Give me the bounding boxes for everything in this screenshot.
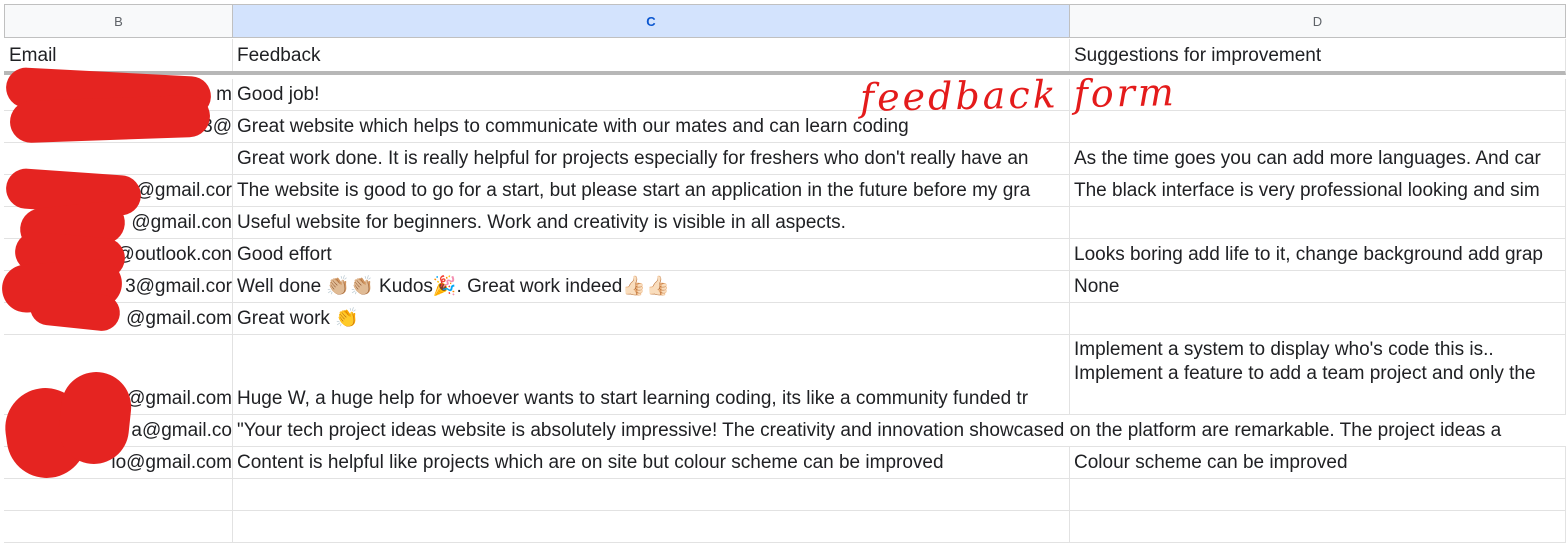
handwritten-annotation: feedback form <box>859 70 1178 120</box>
feedback-text: The website is good to go for a start, b… <box>237 180 1031 201</box>
feedback-cell[interactable]: Well done 👏🏼👏🏼 Kudos🎉. Great work indeed… <box>232 271 1070 303</box>
email-text: @gmail.cor <box>135 180 232 201</box>
feedback-cell[interactable]: Content is helpful like projects which a… <box>232 447 1070 479</box>
suggestion-text: The black interface is very professional… <box>1074 180 1540 201</box>
feedback-text: Good job! <box>237 84 320 105</box>
email-text: m <box>216 84 232 105</box>
table-row: @gmail.cor The website is good to go for… <box>0 175 1566 207</box>
suggestion-text: Implement a system to display who's code… <box>1074 339 1536 384</box>
email-text: @gmail.com <box>126 388 232 409</box>
spreadsheet: B C D Email Feedback Suggestions for imp… <box>0 0 1566 543</box>
feedback-cell[interactable] <box>232 479 1070 511</box>
email-cell[interactable] <box>4 511 233 543</box>
suggestion-cell[interactable]: Looks boring add life to it, change back… <box>1069 239 1566 271</box>
suggestion-cell[interactable] <box>1069 207 1566 239</box>
feedback-text: Great work 👏 <box>237 308 359 329</box>
table-row: io@gmail.com Content is helpful like pro… <box>0 447 1566 479</box>
suggestion-cell[interactable]: The black interface is very professional… <box>1069 175 1566 207</box>
table-row: @gmail.con Useful website for beginners.… <box>0 207 1566 239</box>
email-text: @gmail.con <box>131 212 232 233</box>
table-row: 3@gmail.cor Well done 👏🏼👏🏼 Kudos🎉. Great… <box>0 271 1566 303</box>
email-text: io@gmail.com <box>111 452 232 473</box>
suggestion-cell[interactable] <box>1069 511 1566 543</box>
feedback-cell[interactable]: Huge W, a huge help for whoever wants to… <box>232 335 1070 415</box>
header-cell-feedback[interactable]: Feedback <box>232 39 1070 75</box>
feedback-text: Great work done. It is really helpful fo… <box>237 148 1029 169</box>
table-row <box>0 479 1566 511</box>
suggestion-cell[interactable]: None <box>1069 271 1566 303</box>
feedback-text: "Your tech project ideas website is abso… <box>237 420 1502 441</box>
header-suggestions-text: Suggestions for improvement <box>1074 45 1322 66</box>
suggestion-cell[interactable]: Implement a system to display who's code… <box>1069 335 1566 415</box>
feedback-text: Huge W, a huge help for whoever wants to… <box>237 388 1029 409</box>
suggestion-cell[interactable]: As the time goes you can add more langua… <box>1069 143 1566 175</box>
feedback-text: Great website which helps to communicate… <box>237 116 909 137</box>
header-row: Email Feedback Suggestions for improveme… <box>0 39 1566 75</box>
feedback-cell[interactable]: The website is good to go for a start, b… <box>232 175 1070 207</box>
column-header-c[interactable]: C <box>232 4 1070 38</box>
table-row: @outlook.con Good effort Looks boring ad… <box>0 239 1566 271</box>
table-row: Great work done. It is really helpful fo… <box>0 143 1566 175</box>
suggestion-cell[interactable] <box>1069 479 1566 511</box>
suggestion-text: Colour scheme can be improved <box>1074 452 1348 473</box>
email-text: 3@gmail.cor <box>125 276 232 297</box>
feedback-cell[interactable]: "Your tech project ideas website is abso… <box>232 415 1566 447</box>
email-cell[interactable] <box>4 479 233 511</box>
suggestion-text: None <box>1074 276 1120 297</box>
table-row: @gmail.com Great work 👏 <box>0 303 1566 335</box>
feedback-cell[interactable] <box>232 511 1070 543</box>
suggestion-cell[interactable] <box>1069 111 1566 143</box>
table-row <box>0 511 1566 543</box>
table-row: 3@ Great website which helps to communic… <box>0 111 1566 143</box>
feedback-cell[interactable]: Good effort <box>232 239 1070 271</box>
header-feedback-text: Feedback <box>237 45 321 66</box>
email-text: @gmail.com <box>126 308 232 329</box>
feedback-text: Well done 👏🏼👏🏼 Kudos🎉. Great work indeed… <box>237 276 670 297</box>
column-header-b[interactable]: B <box>4 4 233 38</box>
feedback-cell[interactable]: Great work 👏 <box>232 303 1070 335</box>
feedback-cell[interactable]: Useful website for beginners. Work and c… <box>232 207 1070 239</box>
table-row: m Good job! <box>0 79 1566 111</box>
suggestion-text: As the time goes you can add more langua… <box>1074 148 1541 169</box>
feedback-text: Useful website for beginners. Work and c… <box>237 212 846 233</box>
redaction-mark <box>9 94 211 144</box>
suggestion-cell[interactable]: Colour scheme can be improved <box>1069 447 1566 479</box>
header-email-text: Email <box>9 45 57 66</box>
table-row: a@gmail.co "Your tech project ideas webs… <box>0 415 1566 447</box>
header-cell-suggestions[interactable]: Suggestions for improvement <box>1069 39 1566 75</box>
column-header-d[interactable]: D <box>1069 4 1566 38</box>
feedback-text: Content is helpful like projects which a… <box>237 452 944 473</box>
table-row: @gmail.com Huge W, a huge help for whoev… <box>0 335 1566 415</box>
feedback-cell[interactable]: Great work done. It is really helpful fo… <box>232 143 1070 175</box>
suggestion-cell[interactable] <box>1069 303 1566 335</box>
suggestion-text: Looks boring add life to it, change back… <box>1074 244 1543 265</box>
feedback-text: Good effort <box>237 244 332 265</box>
email-text: @outlook.con <box>115 244 232 265</box>
column-headers: B C D <box>0 4 1566 39</box>
email-text: a@gmail.co <box>131 420 232 441</box>
